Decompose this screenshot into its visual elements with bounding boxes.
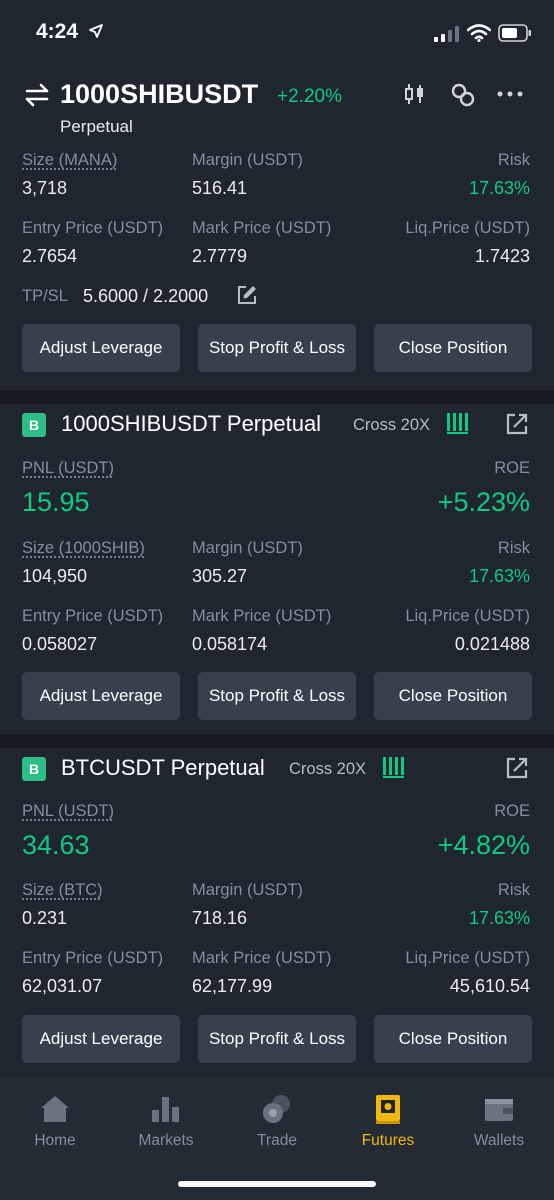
- risk-value: 17.63%: [468, 566, 530, 586]
- margin-label: Margin (USDT): [192, 151, 303, 169]
- close-position-button[interactable]: Close Position: [374, 1015, 532, 1063]
- roe-value: +5.23%: [437, 487, 530, 517]
- roe-label: ROE: [494, 459, 530, 477]
- liq-price-label: Liq.Price (USDT): [405, 949, 530, 967]
- liq-price-label: Liq.Price (USDT): [405, 607, 530, 625]
- location-arrow-icon: [89, 24, 103, 38]
- home-icon: [41, 1096, 69, 1122]
- mark-price-label: Mark Price (USDT): [192, 949, 332, 967]
- nav-label: Home: [34, 1132, 76, 1149]
- price-change: +2.20%: [277, 86, 342, 107]
- battery-icon: [498, 24, 531, 42]
- leverage-bars-icon: [447, 413, 468, 434]
- link-circles-icon[interactable]: [450, 82, 476, 108]
- status-bar: 4:24: [0, 0, 554, 70]
- cellular-signal-icon: [434, 26, 459, 42]
- mark-price-value: 2.7779: [192, 246, 248, 266]
- size-label[interactable]: Size (BTC): [22, 881, 103, 900]
- contract-type: Perpetual: [60, 117, 133, 136]
- buy-badge: B: [22, 413, 46, 437]
- entry-price-value: 2.7654: [22, 246, 78, 266]
- tpsl-value: 5.6000 / 2.2000: [83, 286, 209, 306]
- margin-value: 305.27: [192, 566, 248, 586]
- entry-price-label: Entry Price (USDT): [22, 607, 164, 625]
- margin-label: Margin (USDT): [192, 881, 303, 899]
- margin-mode-label[interactable]: Cross 20X: [289, 760, 366, 779]
- share-icon[interactable]: [506, 413, 528, 435]
- position-card-primary: Size (MANA) Margin (USDT) Risk 3,718 516…: [0, 140, 554, 390]
- nav-label: Trade: [257, 1132, 297, 1149]
- liq-price-value: 45,610.54: [449, 976, 530, 996]
- pnl-label[interactable]: PNL (USDT): [22, 459, 114, 478]
- entry-price-value: 0.058027: [22, 634, 98, 654]
- futures-icon: [376, 1095, 400, 1124]
- swap-arrows-icon[interactable]: [24, 82, 50, 108]
- nav-label: Futures: [361, 1132, 415, 1149]
- mark-price-value: 62,177.99: [192, 976, 273, 996]
- size-label[interactable]: Size (1000SHIB): [22, 539, 145, 558]
- markets-icon: [152, 1097, 179, 1122]
- margin-mode-label[interactable]: Cross 20X: [353, 416, 430, 435]
- liq-price-value: 0.021488: [454, 634, 530, 654]
- mark-price-label: Mark Price (USDT): [192, 607, 332, 625]
- position-title[interactable]: BTCUSDT Perpetual: [61, 755, 265, 781]
- header: 1000SHIBUSDT +2.20% Perpetual: [0, 70, 554, 140]
- share-icon[interactable]: [506, 757, 528, 779]
- roe-label: ROE: [494, 802, 530, 820]
- nav-label: Wallets: [473, 1132, 525, 1149]
- liq-price-label: Liq.Price (USDT): [405, 219, 530, 237]
- mark-price-value: 0.058174: [192, 634, 268, 654]
- symbol-title[interactable]: 1000SHIBUSDT: [60, 79, 258, 110]
- risk-value: 17.63%: [468, 908, 530, 928]
- adjust-leverage-button[interactable]: Adjust Leverage: [22, 324, 180, 372]
- wallet-icon: [485, 1099, 513, 1121]
- adjust-leverage-button[interactable]: Adjust Leverage: [22, 672, 180, 720]
- edit-icon[interactable]: [236, 284, 258, 306]
- entry-price-label: Entry Price (USDT): [22, 219, 164, 237]
- margin-value: 516.41: [192, 178, 248, 198]
- candlestick-chart-icon[interactable]: [403, 82, 427, 106]
- section-divider: [0, 734, 554, 748]
- nav-label: Markets: [138, 1132, 194, 1149]
- position-card-btc: B BTCUSDT Perpetual Cross 20X PNL (USDT)…: [0, 748, 554, 1078]
- close-position-button[interactable]: Close Position: [374, 324, 532, 372]
- home-indicator[interactable]: [178, 1181, 376, 1187]
- margin-value: 718.16: [192, 908, 248, 928]
- risk-value: 17.63%: [468, 178, 530, 198]
- size-label[interactable]: Size (MANA): [22, 151, 117, 170]
- status-time: 4:24: [36, 20, 79, 43]
- risk-label: Risk: [497, 151, 530, 169]
- margin-label: Margin (USDT): [192, 539, 303, 557]
- stop-profit-loss-button[interactable]: Stop Profit & Loss: [198, 1015, 356, 1063]
- risk-label: Risk: [497, 881, 530, 899]
- risk-label: Risk: [497, 539, 530, 557]
- position-title[interactable]: 1000SHIBUSDT Perpetual: [61, 411, 321, 437]
- pnl-value: 15.95: [22, 487, 90, 517]
- size-value: 3,718: [22, 178, 68, 198]
- section-divider: [0, 390, 554, 404]
- leverage-bars-icon: [383, 757, 404, 778]
- roe-value: +4.82%: [437, 830, 530, 860]
- liq-price-value: 1.7423: [474, 246, 530, 266]
- stop-profit-loss-button[interactable]: Stop Profit & Loss: [198, 672, 356, 720]
- position-card-1000shib: B 1000SHIBUSDT Perpetual Cross 20X PNL (…: [0, 404, 554, 734]
- close-position-button[interactable]: Close Position: [374, 672, 532, 720]
- more-options-icon[interactable]: [497, 91, 523, 97]
- size-value: 104,950: [22, 566, 88, 586]
- pnl-label[interactable]: PNL (USDT): [22, 802, 114, 821]
- wifi-icon: [467, 24, 491, 42]
- stop-profit-loss-button[interactable]: Stop Profit & Loss: [198, 324, 356, 372]
- size-value: 0.231: [22, 908, 68, 928]
- tpsl-label: TP/SL: [22, 287, 68, 305]
- buy-badge: B: [22, 757, 46, 781]
- mark-price-label: Mark Price (USDT): [192, 219, 332, 237]
- adjust-leverage-button[interactable]: Adjust Leverage: [22, 1015, 180, 1063]
- trade-icon: [263, 1095, 290, 1123]
- entry-price-label: Entry Price (USDT): [22, 949, 164, 967]
- entry-price-value: 62,031.07: [22, 976, 103, 996]
- pnl-value: 34.63: [22, 830, 90, 860]
